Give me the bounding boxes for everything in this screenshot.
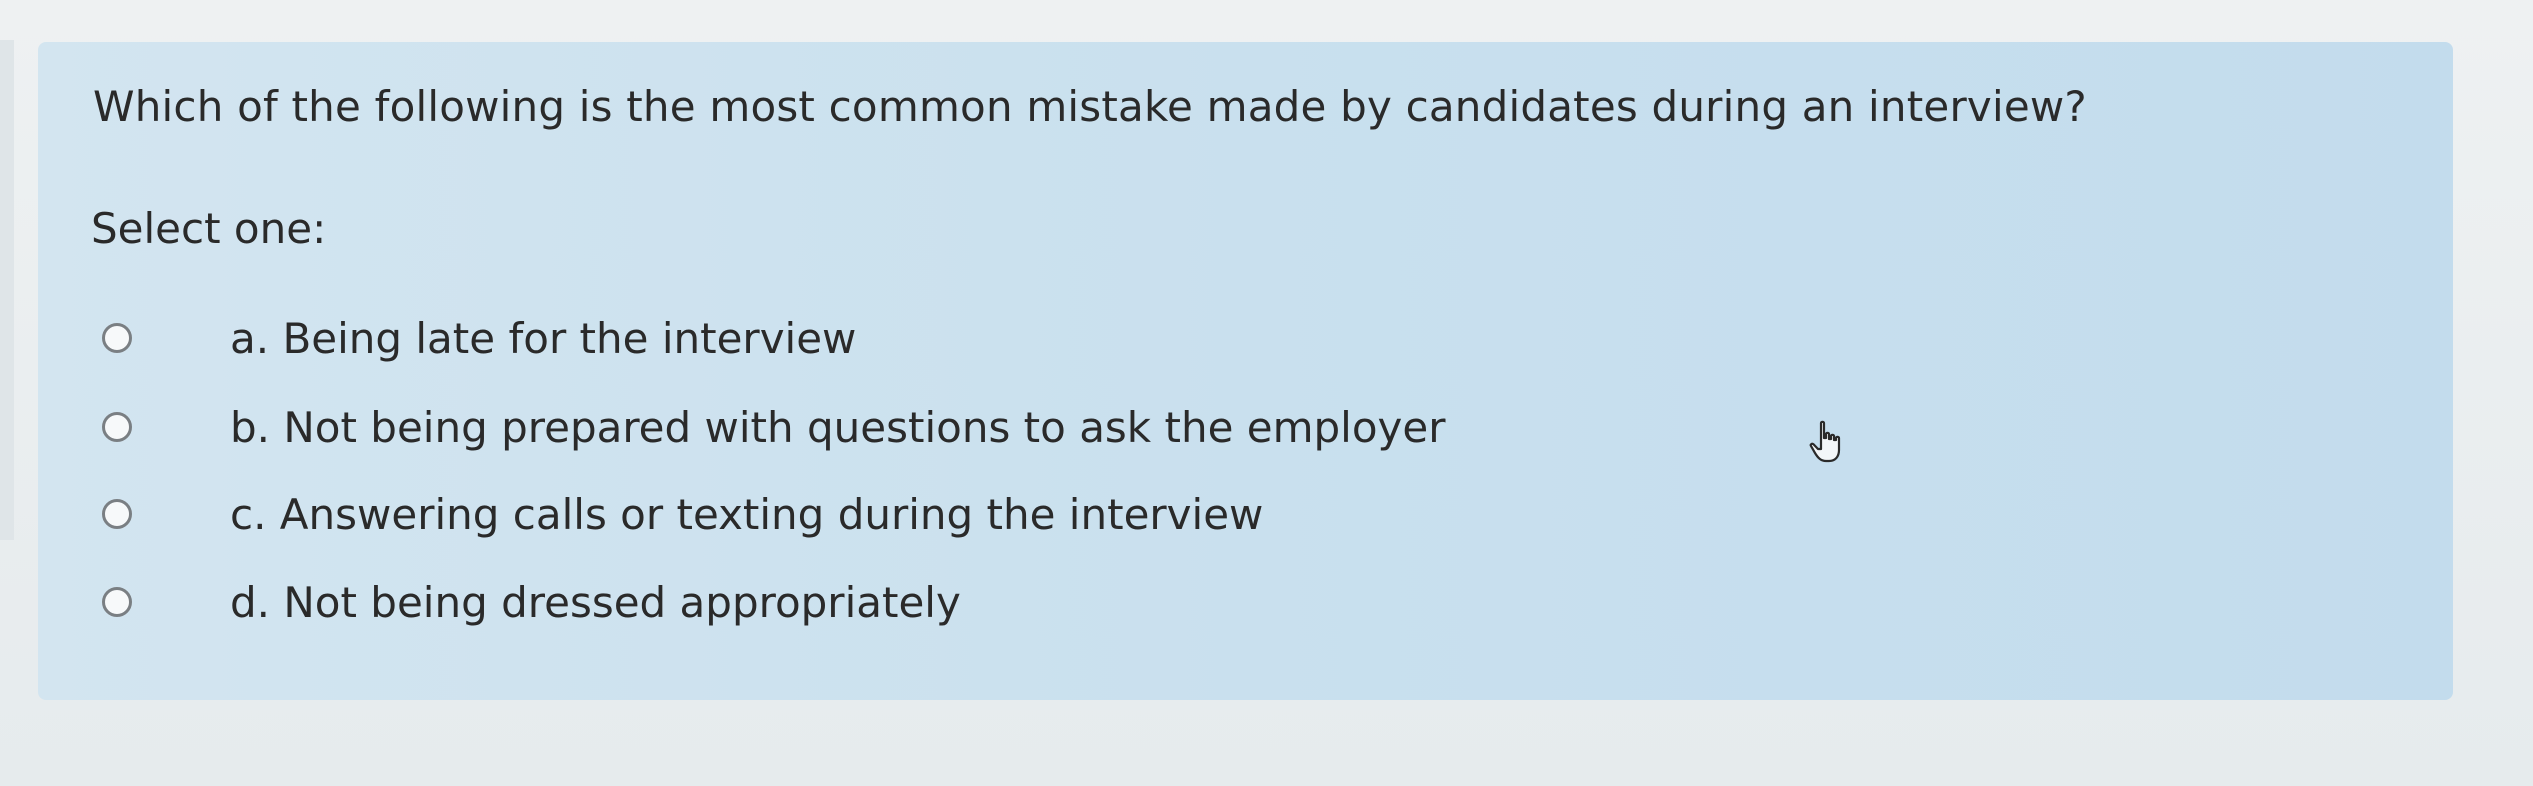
option-a-label[interactable]: a. Being late for the interview [230, 314, 856, 363]
option-d-label[interactable]: d. Not being dressed appropriately [230, 578, 961, 627]
radio-button-b[interactable] [102, 412, 132, 442]
option-c[interactable]: c. Answering calls or texting during the… [102, 486, 2102, 542]
option-a[interactable]: a. Being late for the interview [102, 310, 2102, 366]
option-b[interactable]: b. Not being prepared with questions to … [102, 399, 2102, 455]
radio-button-a[interactable] [102, 323, 132, 353]
radio-button-d[interactable] [102, 587, 132, 617]
hand-pointer-icon [1809, 420, 1841, 463]
radio-button-c[interactable] [102, 499, 132, 529]
option-b-label[interactable]: b. Not being prepared with questions to … [230, 403, 1446, 452]
page: Which of the following is the most commo… [0, 0, 2533, 786]
option-c-label[interactable]: c. Answering calls or texting during the… [230, 490, 1263, 539]
question-text: Which of the following is the most commo… [93, 82, 2087, 131]
left-edge [0, 40, 14, 540]
question-box: Which of the following is the most commo… [38, 42, 2453, 700]
select-one-prompt: Select one: [91, 204, 327, 253]
option-d[interactable]: d. Not being dressed appropriately [102, 574, 2102, 630]
